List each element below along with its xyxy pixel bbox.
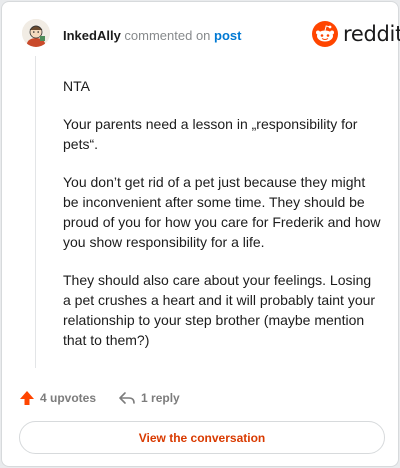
username[interactable]: InkedAlly [63,28,121,43]
upvote-button[interactable]: 4 upvotes [19,390,96,406]
comment-paragraph: NTA [63,78,90,94]
comment-actions: 4 upvotes 1 reply [19,388,180,408]
upvote-count: 4 upvotes [40,391,97,405]
comment-paragraph: Your parents need a lesson in „responsib… [63,116,358,152]
reddit-brand[interactable]: reddit [312,20,400,48]
comment-meta: commented on [124,28,211,43]
upvote-arrow-icon [20,391,34,405]
comment-body: NTA Your parents need a lesson in „respo… [63,76,381,368]
reddit-logo-icon [312,21,338,47]
avatar-illustration-icon [22,19,50,47]
avatar[interactable] [22,19,50,47]
reddit-wordmark: reddit [343,22,400,46]
comment-paragraph: You don’t get rid of a pet just because … [63,174,381,250]
thread-line [35,56,36,368]
comment-card: InkedAlly commented on post reddit NTA Y… [1,1,400,467]
reply-icon [119,392,135,404]
comment-paragraph: They should also care about your feeling… [63,272,376,348]
view-conversation-button[interactable]: View the conversation [19,421,385,454]
comment-header: InkedAlly commented on post [63,28,242,44]
reply-button[interactable]: 1 reply [118,390,180,406]
post-link[interactable]: post [214,28,241,43]
reply-count: 1 reply [141,391,180,405]
